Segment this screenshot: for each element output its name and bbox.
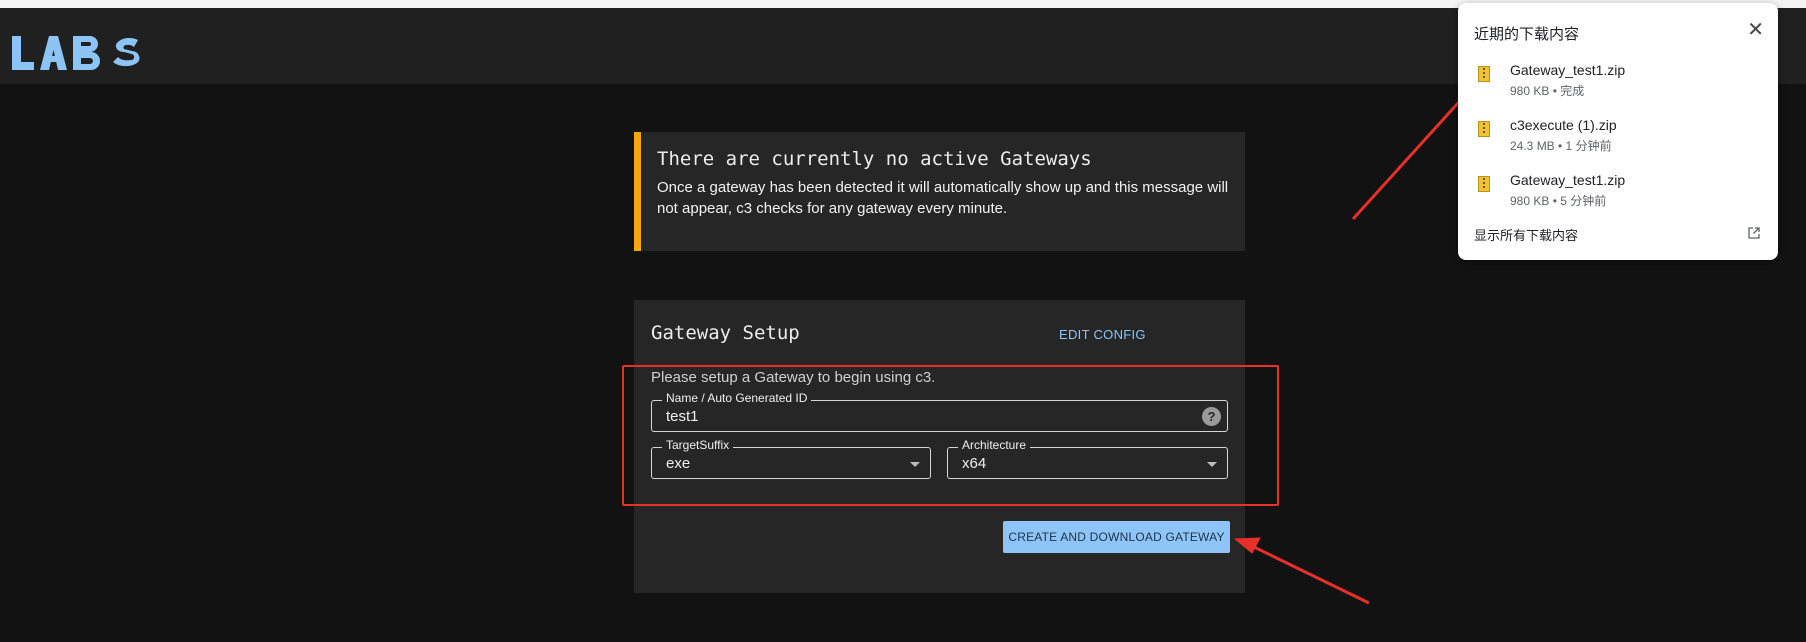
downloads-title: 近期的下载内容: [1474, 26, 1580, 43]
labs-logo-graphic: [12, 36, 140, 70]
alert-body: Once a gateway has been detected it will…: [657, 179, 1229, 217]
show-all-downloads-link[interactable]: 显示所有下载内容: [1474, 225, 1578, 244]
download-file-meta: 24.3 MB • 1 分钟前: [1510, 139, 1612, 153]
alert-title: There are currently no active Gateways: [657, 148, 1092, 170]
close-icon[interactable]: ✕: [1747, 20, 1764, 40]
edit-config-button[interactable]: EDIT CONFIG: [1059, 327, 1146, 342]
download-item[interactable]: Gateway_test1.zip 980 KB • 完成: [1458, 58, 1778, 110]
annotation-arrow-downloads: [1351, 90, 1470, 221]
zip-file-icon: [1478, 66, 1490, 82]
no-active-gateways-alert: There are currently no active Gateways O…: [634, 132, 1245, 251]
download-file-meta: 980 KB • 5 分钟前: [1510, 194, 1607, 208]
download-file-name[interactable]: Gateway_test1.zip: [1510, 62, 1625, 78]
zip-file-icon: [1478, 121, 1490, 137]
download-file-name[interactable]: c3execute (1).zip: [1510, 117, 1617, 133]
open-external-icon[interactable]: [1748, 227, 1760, 239]
annotation-arrow-button: [1251, 544, 1370, 605]
downloads-panel: 近期的下载内容 ✕ Gateway_test1.zip 980 KB • 完成 …: [1458, 3, 1778, 260]
labs-logo[interactable]: [10, 28, 146, 78]
download-item[interactable]: c3execute (1).zip 24.3 MB • 1 分钟前: [1458, 113, 1778, 165]
gateway-setup-title: Gateway Setup: [651, 322, 800, 344]
create-and-download-gateway-button[interactable]: CREATE AND DOWNLOAD GATEWAY: [1003, 521, 1230, 553]
zip-file-icon: [1478, 176, 1490, 192]
annotation-highlight-box: [622, 365, 1279, 506]
download-item[interactable]: Gateway_test1.zip 980 KB • 5 分钟前: [1458, 168, 1778, 220]
download-file-meta: 980 KB • 完成: [1510, 84, 1585, 98]
download-file-name[interactable]: Gateway_test1.zip: [1510, 172, 1625, 188]
